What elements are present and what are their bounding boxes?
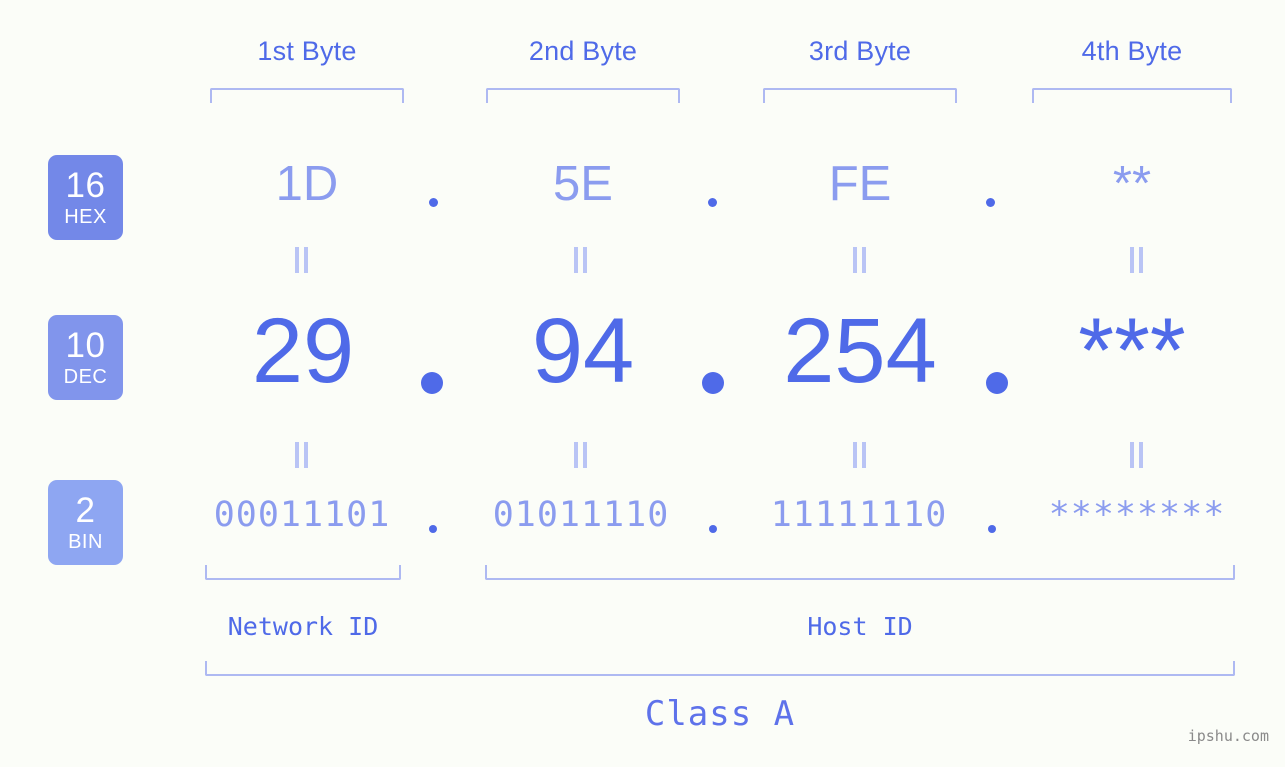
base-badge-dec-name: DEC <box>63 366 108 388</box>
hex-separator-dot-3 <box>986 198 995 207</box>
host-id-label: Host ID <box>807 612 913 641</box>
byte-header-label-2: 2nd Byte <box>528 36 638 66</box>
hex-separator-dot-2 <box>708 198 717 207</box>
byte-header-label-1: 1st Byte <box>257 36 357 66</box>
bin-separator-dot-3 <box>988 525 996 533</box>
base-badge-hex-number: 16 <box>65 166 106 205</box>
base-badge-hex: 16 HEX <box>48 155 123 240</box>
ip-address-breakdown-diagram: 1st Byte 2nd Byte 3rd Byte 4th Byte 16 H… <box>0 0 1285 767</box>
bin-separator-dot-2 <box>709 525 717 533</box>
hex-byte-3: FE <box>828 157 892 211</box>
hex-byte-2: 5E <box>553 157 613 211</box>
class-bracket <box>205 661 1235 676</box>
equality-mark-dec-bin-4 <box>1129 442 1145 468</box>
bin-byte-1: 00011101 <box>213 495 391 535</box>
byte-header-label-3: 3rd Byte <box>808 36 912 66</box>
bin-byte-2: 01011110 <box>492 495 670 535</box>
dec-byte-3: 254 <box>783 300 937 402</box>
equality-mark-dec-bin-3 <box>852 442 868 468</box>
dec-byte-4: *** <box>1078 300 1186 402</box>
dec-byte-2: 94 <box>531 300 635 402</box>
site-watermark: ipshu.com <box>1187 727 1269 745</box>
dec-byte-1: 29 <box>251 300 355 402</box>
byte-bracket-2 <box>486 88 680 103</box>
dec-separator-dot-1 <box>421 372 443 394</box>
base-badge-bin-number: 2 <box>75 491 96 530</box>
network-id-bracket <box>205 565 401 580</box>
equality-mark-hex-dec-2 <box>573 247 589 273</box>
base-badge-bin-name: BIN <box>68 531 103 553</box>
byte-bracket-3 <box>763 88 957 103</box>
equality-mark-hex-dec-1 <box>294 247 310 273</box>
equality-mark-dec-bin-1 <box>294 442 310 468</box>
equality-mark-hex-dec-4 <box>1129 247 1145 273</box>
bin-byte-4: ******** <box>1048 495 1226 535</box>
equality-mark-hex-dec-3 <box>852 247 868 273</box>
hex-byte-4: ** <box>1112 157 1152 211</box>
bin-byte-3: 11111110 <box>770 495 948 535</box>
base-badge-dec-number: 10 <box>65 326 106 365</box>
dec-separator-dot-3 <box>986 372 1008 394</box>
equality-mark-dec-bin-2 <box>573 442 589 468</box>
bin-separator-dot-1 <box>429 525 437 533</box>
network-id-label: Network ID <box>227 612 379 641</box>
byte-header-label-4: 4th Byte <box>1081 36 1183 66</box>
host-id-bracket <box>485 565 1235 580</box>
hex-separator-dot-1 <box>429 198 438 207</box>
hex-byte-1: 1D <box>275 157 339 211</box>
byte-bracket-1 <box>210 88 404 103</box>
base-badge-hex-name: HEX <box>64 206 107 228</box>
base-badge-dec: 10 DEC <box>48 315 123 400</box>
class-label: Class A <box>644 694 796 734</box>
dec-separator-dot-2 <box>702 372 724 394</box>
byte-bracket-4 <box>1032 88 1232 103</box>
base-badge-bin: 2 BIN <box>48 480 123 565</box>
